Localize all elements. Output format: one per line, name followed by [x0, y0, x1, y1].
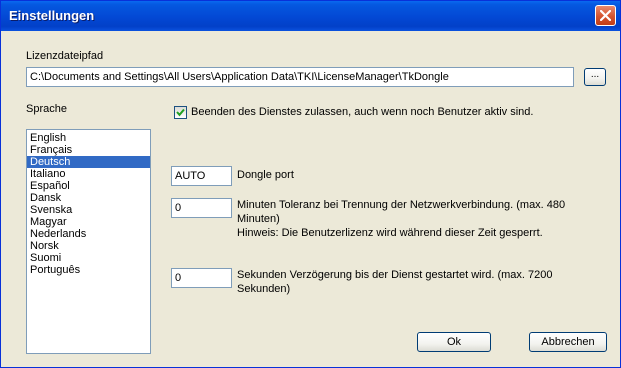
- dialog-client-area: Lizenzdateipfad C:\Documents and Setting…: [1, 31, 620, 367]
- ok-button[interactable]: Ok: [417, 332, 491, 352]
- tolerance-input[interactable]: 0: [171, 198, 232, 218]
- language-item[interactable]: Suomi: [27, 252, 150, 264]
- language-item[interactable]: Dansk: [27, 192, 150, 204]
- delay-label-line1: Sekunden Verzögerung bis der Dienst gest…: [237, 269, 553, 281]
- settings-dialog: Einstellungen Lizenzdateipfad C:\Documen…: [0, 0, 621, 368]
- language-item[interactable]: Nederlands: [27, 228, 150, 240]
- tolerance-label-line1: Minuten Toleranz bei Trennung der Netzwe…: [237, 199, 566, 211]
- language-item[interactable]: Norsk: [27, 240, 150, 252]
- language-listbox[interactable]: English Français Deutsch Italiano Español Dan…: [26, 129, 151, 354]
- language-item[interactable]: Deutsch: [27, 156, 150, 168]
- checkmark-icon: [176, 108, 185, 117]
- close-icon: [600, 10, 611, 21]
- delay-label-line2: Sekunden): [237, 283, 291, 295]
- cancel-button[interactable]: Abbrechen: [529, 332, 607, 352]
- allow-stop-label: Beenden des Dienstes zulassen, auch wenn…: [191, 106, 534, 118]
- language-item[interactable]: Français: [27, 144, 150, 156]
- close-button[interactable]: [595, 5, 616, 26]
- language-item[interactable]: Português: [27, 264, 150, 276]
- tolerance-hint: Hinweis: Die Benutzerlizenz wird während…: [237, 227, 543, 239]
- language-item[interactable]: Español: [27, 180, 150, 192]
- license-path-input[interactable]: C:\Documents and Settings\All Users\Appl…: [26, 67, 574, 87]
- language-item[interactable]: Magyar: [27, 216, 150, 228]
- language-list: English Français Deutsch Italiano Español Dan…: [27, 132, 150, 276]
- language-label: Sprache: [26, 103, 67, 115]
- language-item[interactable]: Italiano: [27, 168, 150, 180]
- window-title: Einstellungen: [9, 8, 95, 23]
- tolerance-label-line2: Minuten): [237, 213, 280, 225]
- browse-button[interactable]: ...: [584, 68, 606, 86]
- dongle-port-label: Dongle port: [237, 169, 294, 181]
- dongle-port-input[interactable]: AUTO: [171, 166, 232, 186]
- delay-input[interactable]: 0: [171, 268, 232, 288]
- license-path-label: Lizenzdateipfad: [26, 50, 104, 62]
- title-bar[interactable]: Einstellungen: [1, 1, 620, 31]
- allow-stop-checkbox[interactable]: [174, 106, 187, 119]
- language-item[interactable]: English: [27, 132, 150, 144]
- language-item[interactable]: Svenska: [27, 204, 150, 216]
